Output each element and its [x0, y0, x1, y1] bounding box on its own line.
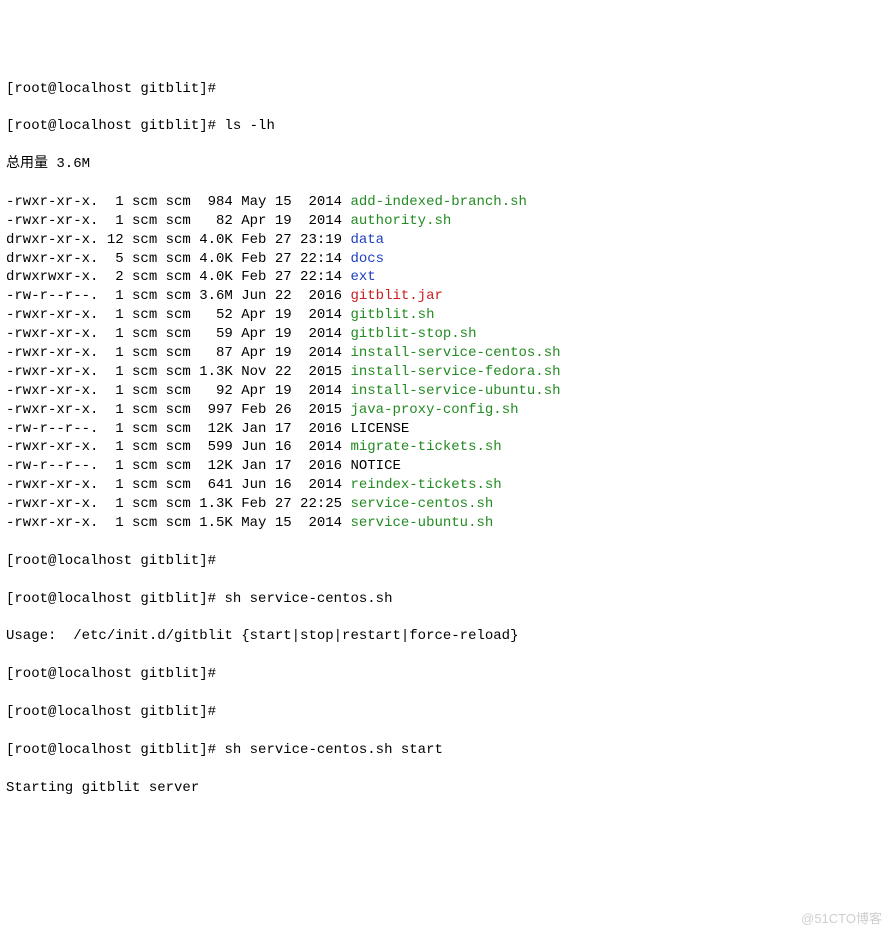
prompt-line[interactable]: [root@localhost gitblit]# — [6, 703, 882, 722]
prompt-line-sh2[interactable]: [root@localhost gitblit]# sh service-cen… — [6, 741, 882, 760]
file-name: reindex-tickets.sh — [350, 477, 501, 493]
prompt-line-sh1[interactable]: [root@localhost gitblit]# sh service-cen… — [6, 590, 882, 609]
file-row: -rw-r--r--. 1 scm scm 12K Jan 17 2016 NO… — [6, 457, 882, 476]
watermark: @51CTO博客 — [801, 910, 882, 928]
file-name: install-service-centos.sh — [350, 345, 560, 361]
file-row: -rwxr-xr-x. 1 scm scm 1.3K Nov 22 2015 i… — [6, 363, 882, 382]
file-name: install-service-ubuntu.sh — [350, 383, 560, 399]
file-row: -rwxr-xr-x. 1 scm scm 87 Apr 19 2014 ins… — [6, 344, 882, 363]
file-row: -rwxr-xr-x. 1 scm scm 599 Jun 16 2014 mi… — [6, 438, 882, 457]
shell-prompt: [root@localhost gitblit]# — [6, 666, 224, 682]
file-name: service-ubuntu.sh — [350, 515, 493, 531]
shell-prompt: [root@localhost gitblit]# — [6, 704, 224, 720]
file-row: -rw-r--r--. 1 scm scm 3.6M Jun 22 2016 g… — [6, 287, 882, 306]
file-name: LICENSE — [350, 421, 409, 437]
file-name: authority.sh — [350, 213, 451, 229]
file-name: java-proxy-config.sh — [350, 402, 518, 418]
file-row: -rwxr-xr-x. 1 scm scm 52 Apr 19 2014 git… — [6, 306, 882, 325]
shell-prompt: [root@localhost gitblit]# — [6, 742, 224, 758]
command-sh1: sh service-centos.sh — [224, 591, 392, 607]
ls-total: 总用量 3.6M — [6, 155, 882, 174]
prompt-line[interactable]: [root@localhost gitblit]# — [6, 80, 882, 99]
file-name: gitblit.jar — [350, 288, 442, 304]
file-row: -rwxr-xr-x. 1 scm scm 92 Apr 19 2014 ins… — [6, 382, 882, 401]
prompt-line-ls[interactable]: [root@localhost gitblit]# ls -lh — [6, 117, 882, 136]
file-row: -rwxr-xr-x. 1 scm scm 984 May 15 2014 ad… — [6, 193, 882, 212]
file-row: -rwxr-xr-x. 1 scm scm 59 Apr 19 2014 git… — [6, 325, 882, 344]
prompt-line[interactable]: [root@localhost gitblit]# — [6, 665, 882, 684]
file-name: gitblit.sh — [350, 307, 434, 323]
shell-prompt: [root@localhost gitblit]# — [6, 118, 224, 134]
command-sh2: sh service-centos.sh start — [224, 742, 442, 758]
file-row: -rwxr-xr-x. 1 scm scm 1.5K May 15 2014 s… — [6, 514, 882, 533]
file-row: -rwxr-xr-x. 1 scm scm 641 Jun 16 2014 re… — [6, 476, 882, 495]
file-row: drwxr-xr-x. 12 scm scm 4.0K Feb 27 23:19… — [6, 231, 882, 250]
shell-prompt: [root@localhost gitblit]# — [6, 81, 224, 97]
file-name: install-service-fedora.sh — [350, 364, 560, 380]
file-name: docs — [350, 251, 384, 267]
file-row: -rw-r--r--. 1 scm scm 12K Jan 17 2016 LI… — [6, 420, 882, 439]
file-name: add-indexed-branch.sh — [350, 194, 526, 210]
file-name: NOTICE — [350, 458, 400, 474]
file-row: -rwxr-xr-x. 1 scm scm 1.3K Feb 27 22:25 … — [6, 495, 882, 514]
file-name: ext — [350, 269, 375, 285]
start-output: Starting gitblit server — [6, 779, 882, 798]
command-ls: ls -lh — [224, 118, 274, 134]
shell-prompt: [root@localhost gitblit]# — [6, 553, 224, 569]
file-name: data — [350, 232, 384, 248]
file-row: drwxr-xr-x. 5 scm scm 4.0K Feb 27 22:14 … — [6, 250, 882, 269]
shell-prompt: [root@localhost gitblit]# — [6, 591, 224, 607]
file-row: -rwxr-xr-x. 1 scm scm 82 Apr 19 2014 aut… — [6, 212, 882, 231]
file-name: gitblit-stop.sh — [350, 326, 476, 342]
file-name: migrate-tickets.sh — [350, 439, 501, 455]
prompt-line[interactable]: [root@localhost gitblit]# — [6, 552, 882, 571]
file-row: drwxrwxr-x. 2 scm scm 4.0K Feb 27 22:14 … — [6, 268, 882, 287]
usage-output: Usage: /etc/init.d/gitblit {start|stop|r… — [6, 627, 882, 646]
file-row: -rwxr-xr-x. 1 scm scm 997 Feb 26 2015 ja… — [6, 401, 882, 420]
